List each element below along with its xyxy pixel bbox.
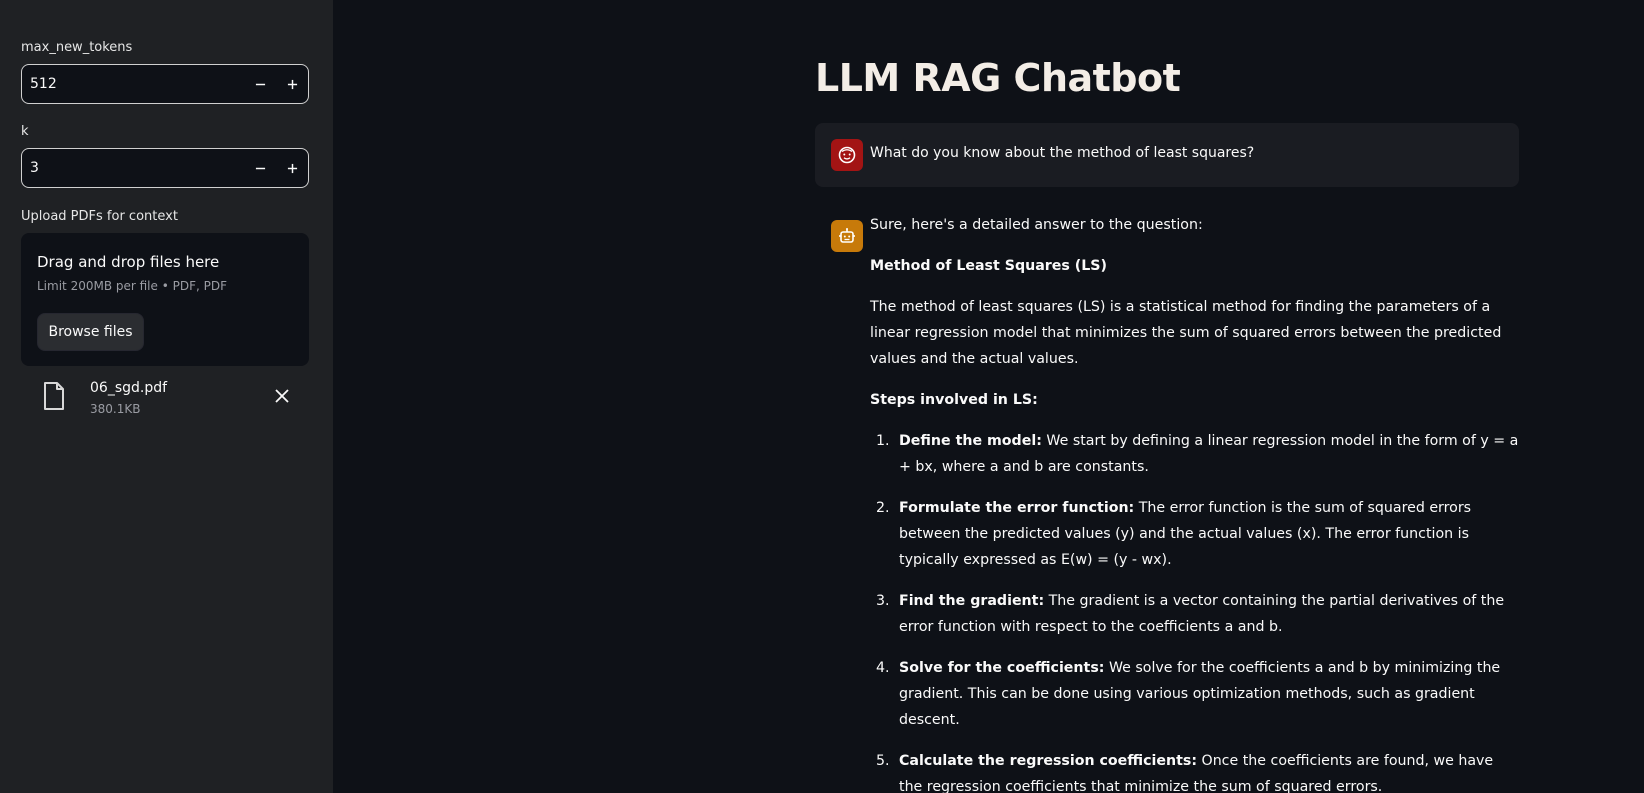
browse-files-button[interactable]: Browse files <box>37 313 144 351</box>
robot-icon <box>839 228 855 243</box>
user-face-icon <box>838 146 856 164</box>
decrement-button[interactable] <box>244 149 276 187</box>
step-number: 1. <box>876 433 890 449</box>
steps-heading: Steps involved in LS: <box>870 392 1038 408</box>
step-title: Find the gradient: <box>899 593 1045 609</box>
max-new-tokens-value[interactable]: 512 <box>22 76 244 92</box>
list-item: 3. Find the gradient: The gradient is a v… <box>870 588 1520 640</box>
sidebar: max_new_tokens 512 k 3 Upload PDFs for c… <box>0 0 333 793</box>
list-item: 1. Define the model: We start by defining… <box>870 428 1520 480</box>
increment-button[interactable] <box>276 149 308 187</box>
minus-icon <box>255 83 265 85</box>
dropzone-title: Drag and drop files here <box>37 253 220 271</box>
max-new-tokens-label: max_new_tokens <box>21 40 133 55</box>
step-title: Define the model: <box>899 433 1042 449</box>
list-item: 5. Calculate the regression coefficients:… <box>870 748 1520 793</box>
dropzone-limit: Limit 200MB per file • PDF, PDF <box>37 279 227 293</box>
step-number: 3. <box>876 593 890 609</box>
k-label: k <box>21 124 29 139</box>
step-number: 5. <box>876 753 890 769</box>
upload-label: Upload PDFs for context <box>21 209 178 224</box>
close-icon[interactable] <box>274 388 290 404</box>
assistant-avatar <box>831 220 863 252</box>
page-title: LLM RAG Chatbot <box>815 56 1181 100</box>
max-new-tokens-input[interactable]: 512 <box>21 64 309 104</box>
answer-paragraph: The method of least squares (LS) is a st… <box>870 299 1502 367</box>
user-message-text: What do you know about the method of lea… <box>870 145 1255 161</box>
minus-icon <box>255 167 265 169</box>
list-item: 4. Solve for the coefficients: We solve f… <box>870 655 1520 733</box>
decrement-button[interactable] <box>244 65 276 103</box>
step-title: Formulate the error function: <box>899 500 1135 516</box>
step-title: Solve for the coefficients: <box>899 660 1105 676</box>
user-message: What do you know about the method of lea… <box>815 123 1519 187</box>
file-name: 06_sgd.pdf <box>90 380 168 396</box>
answer-heading: Method of Least Squares (LS) <box>870 258 1108 274</box>
k-input[interactable]: 3 <box>21 148 309 188</box>
list-item: 2. Formulate the error function: The erro… <box>870 495 1520 573</box>
file-icon <box>44 382 64 410</box>
user-avatar <box>831 139 863 171</box>
step-number: 2. <box>876 500 890 516</box>
step-title: Calculate the regression coefficients: <box>899 753 1198 769</box>
assistant-message-body: Sure, here's a detailed answer to the qu… <box>870 212 1520 793</box>
increment-button[interactable] <box>276 65 308 103</box>
file-dropzone[interactable]: Drag and drop files here Limit 200MB per… <box>21 233 309 366</box>
uploaded-file: 06_sgd.pdf 380.1KB <box>21 378 309 422</box>
steps-list: 1. Define the model: We start by defining… <box>870 428 1520 793</box>
file-size: 380.1KB <box>90 402 141 416</box>
plus-icon <box>287 163 297 173</box>
assistant-message: Sure, here's a detailed answer to the qu… <box>815 212 1519 793</box>
assistant-intro: Sure, here's a detailed answer to the qu… <box>870 217 1203 233</box>
k-value[interactable]: 3 <box>22 160 244 176</box>
plus-icon <box>287 79 297 89</box>
step-number: 4. <box>876 660 890 676</box>
